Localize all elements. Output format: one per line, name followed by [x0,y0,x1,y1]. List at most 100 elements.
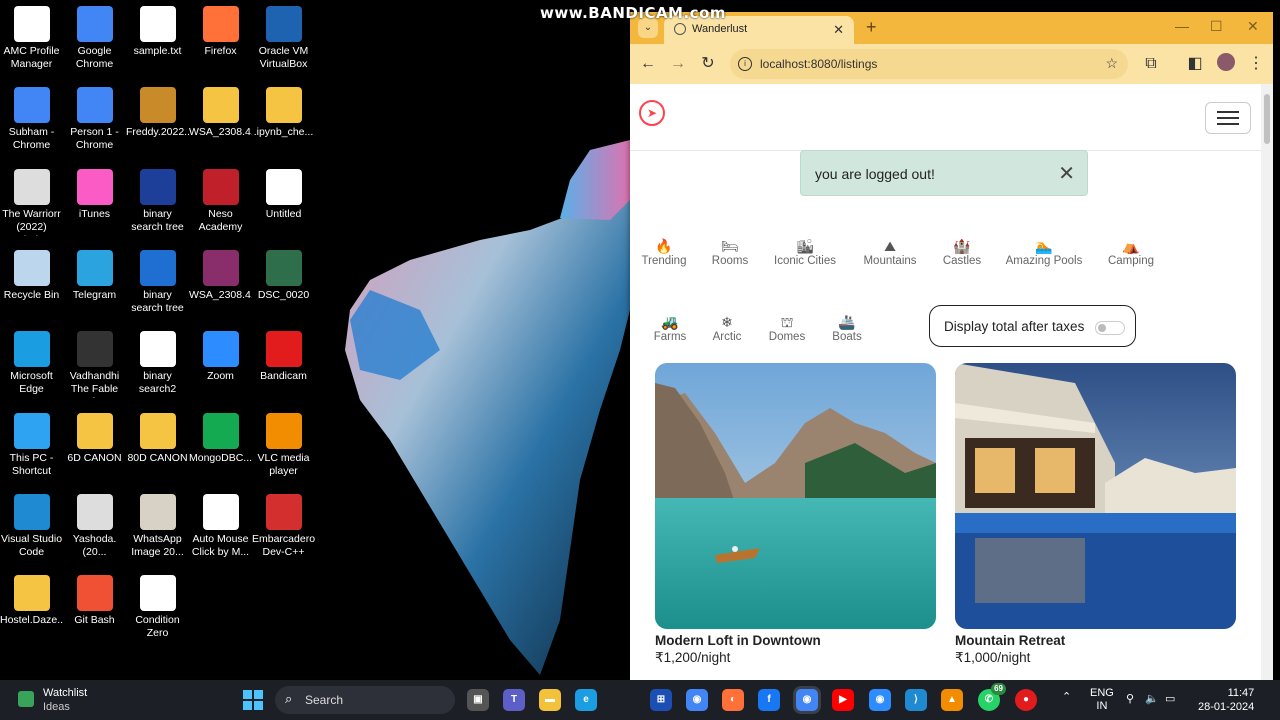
extensions-icon[interactable]: ⧉ [1140,53,1162,75]
desktop-icon[interactable]: Zoom [189,327,252,383]
task-view-icon[interactable]: ▣ [467,689,489,711]
listing-title[interactable]: Mountain Retreat [955,633,1236,648]
tray-overflow-icon[interactable]: ⌃ [1062,690,1071,703]
chrome-profile-taskbar-icon[interactable]: ◉ [869,689,891,711]
tax-toggle-box[interactable]: Display total after taxes [929,305,1136,347]
site-info-icon[interactable]: i [738,57,752,71]
youtube-icon[interactable]: ▶ [832,689,854,711]
chrome-active-taskbar-icon[interactable]: ◉ [796,689,818,711]
desktop-icon[interactable]: Git Bash [63,571,126,627]
reload-icon[interactable]: ↻ [697,53,719,75]
desktop-icon[interactable]: Google Chrome [63,2,126,71]
desktop-icon[interactable]: Subham - Chrome [0,83,63,152]
desktop-icon[interactable]: .ipynb_che... [252,83,315,139]
desktop-icon[interactable]: Untitled [252,165,315,221]
facebook-icon[interactable]: f [758,689,780,711]
language-indicator[interactable]: ENG IN [1090,687,1114,713]
desktop-icon[interactable]: Oracle VM VirtualBox [252,2,315,71]
close-window-button[interactable]: ✕ [1247,18,1259,35]
start-button[interactable] [243,690,263,710]
desktop-icon[interactable]: Microsoft Edge [0,327,63,396]
chrome-taskbar-icon[interactable]: ◉ [686,689,708,711]
page-scrollbar[interactable] [1261,84,1273,680]
desktop-icon[interactable]: MongoDBC... [189,409,252,465]
filter-mountains[interactable]: ⛰ Mountains [850,237,930,267]
desktop-icon[interactable]: Firefox [189,2,252,58]
profile-avatar-icon[interactable] [1215,53,1237,75]
file-explorer-icon[interactable]: ▬ [539,689,561,711]
desktop-icon[interactable]: binary search tree program [126,165,189,236]
edge-taskbar-icon[interactable]: e [575,689,597,711]
filter-amazing-pools[interactable]: 🏊 Amazing Pools [1004,237,1084,267]
maximize-button[interactable]: ☐ [1210,18,1223,35]
bandicam-taskbar-icon[interactable]: ● [1015,689,1037,711]
alert-close-icon[interactable]: ✕ [1058,161,1075,186]
battery-icon[interactable]: ▭ [1165,692,1175,705]
city-icon: 🏙 [796,238,814,254]
teams-icon[interactable]: T [503,689,525,711]
desktop-icon[interactable]: WhatsApp Image 20... [126,490,189,559]
tax-switch[interactable] [1095,321,1125,335]
filter-castles[interactable]: 🏰 Castles [922,237,1002,267]
desktop-icon[interactable]: binary search tree program [126,246,189,317]
desktop-icon[interactable]: 80D CANON [126,409,189,465]
listing-photo-lake[interactable] [655,363,936,629]
filter-boats[interactable]: 🚢 Boats [807,313,887,343]
vlc-taskbar-icon[interactable]: ▲ [941,689,963,711]
desktop-icon[interactable]: sample.txt [126,2,189,58]
new-tab-button[interactable]: + [866,17,877,38]
desktop-icon[interactable]: Auto Mouse Click by M... [189,490,252,559]
compass-logo-icon[interactable]: ➤ [639,100,665,126]
desktop-icon[interactable]: Recycle Bin [0,246,63,302]
desktop-icon[interactable]: WSA_2308.4... [189,246,252,302]
desktop-icon[interactable]: Yashoda.(20... [63,490,126,559]
desktop-icon[interactable]: Embarcadero Dev-C++ [252,490,315,559]
site-navbar: ➤ [630,84,1273,151]
desktop-icon[interactable]: WSA_2308.4... [189,83,252,139]
filter-camping[interactable]: ⛺ Camping [1091,237,1171,267]
listing-title[interactable]: Modern Loft in Downtown [655,633,936,648]
filter-rooms[interactable]: 🛏 Rooms [690,237,770,267]
system-clock[interactable]: 11:47 28-01-2024 [1198,686,1254,714]
address-bar[interactable]: i localhost:8080/listings ☆ [730,49,1128,79]
wifi-icon[interactable]: ⚲ [1126,692,1134,705]
desktop-icon[interactable]: Telegram [63,246,126,302]
listing-card[interactable]: Modern Loft in Downtown ₹1,200/night [655,363,936,666]
desktop-icon[interactable]: DSC_0020 [252,246,315,302]
vscode-taskbar-icon[interactable]: ⟩ [905,689,927,711]
listing-card[interactable]: Mountain Retreat ₹1,000/night [955,363,1236,666]
desktop-icon[interactable]: Visual Studio Code [0,490,63,559]
back-arrow-icon[interactable]: ← [637,53,659,75]
desktop-icon-label: 80D CANON [127,452,188,464]
desktop-icon[interactable]: Bandicam [252,327,315,383]
navbar-toggler-button[interactable] [1205,102,1251,134]
desktop-icon[interactable]: Vadhandhi The Fable of... [63,327,126,398]
itunes-icon [76,169,113,205]
scrollbar-thumb[interactable] [1264,94,1270,144]
desktop-icon[interactable]: Neso Academy [189,165,252,234]
desktop-icon[interactable]: Person 1 - Chrome [63,83,126,152]
listing-photo-resort[interactable] [955,363,1236,629]
desktop-icon[interactable]: 6D CANON [63,409,126,465]
desktop-icon[interactable]: Condition Zero [126,571,189,640]
side-panel-icon[interactable]: ◧ [1184,53,1206,75]
desktop-icon[interactable]: The Warriorr (2022) Hind... [0,165,63,236]
desktop-icon[interactable]: Freddy.2022... [126,83,189,139]
bookmark-star-icon[interactable]: ☆ [1105,55,1118,72]
forward-arrow-icon[interactable]: → [667,53,689,75]
desktop-icon[interactable]: This PC - Shortcut [0,409,63,478]
volume-icon[interactable]: 🔈 [1145,692,1159,705]
taskbar-search[interactable]: ⌕ Search [275,686,455,714]
desktop-icon[interactable]: VLC media player [252,409,315,478]
whatsapp-icon[interactable]: ✆ 69 [978,683,1006,711]
store-icon[interactable]: ⊞ [650,689,672,711]
menu-kebab-icon[interactable]: ⋮ [1245,53,1267,75]
tab-close-icon[interactable]: ✕ [833,22,844,38]
minimize-button[interactable]: — [1175,18,1189,34]
filter-iconic-cities[interactable]: 🏙 Iconic Cities [765,237,845,267]
desktop-icon[interactable]: AMC Profile Manager [0,2,63,71]
desktop-icon[interactable]: iTunes [63,165,126,221]
firefox-taskbar-icon[interactable]: ◐ [722,689,744,711]
desktop-icon[interactable]: Hostel.Daze... [0,571,63,627]
desktop-icon[interactable]: binary search2 [126,327,189,396]
